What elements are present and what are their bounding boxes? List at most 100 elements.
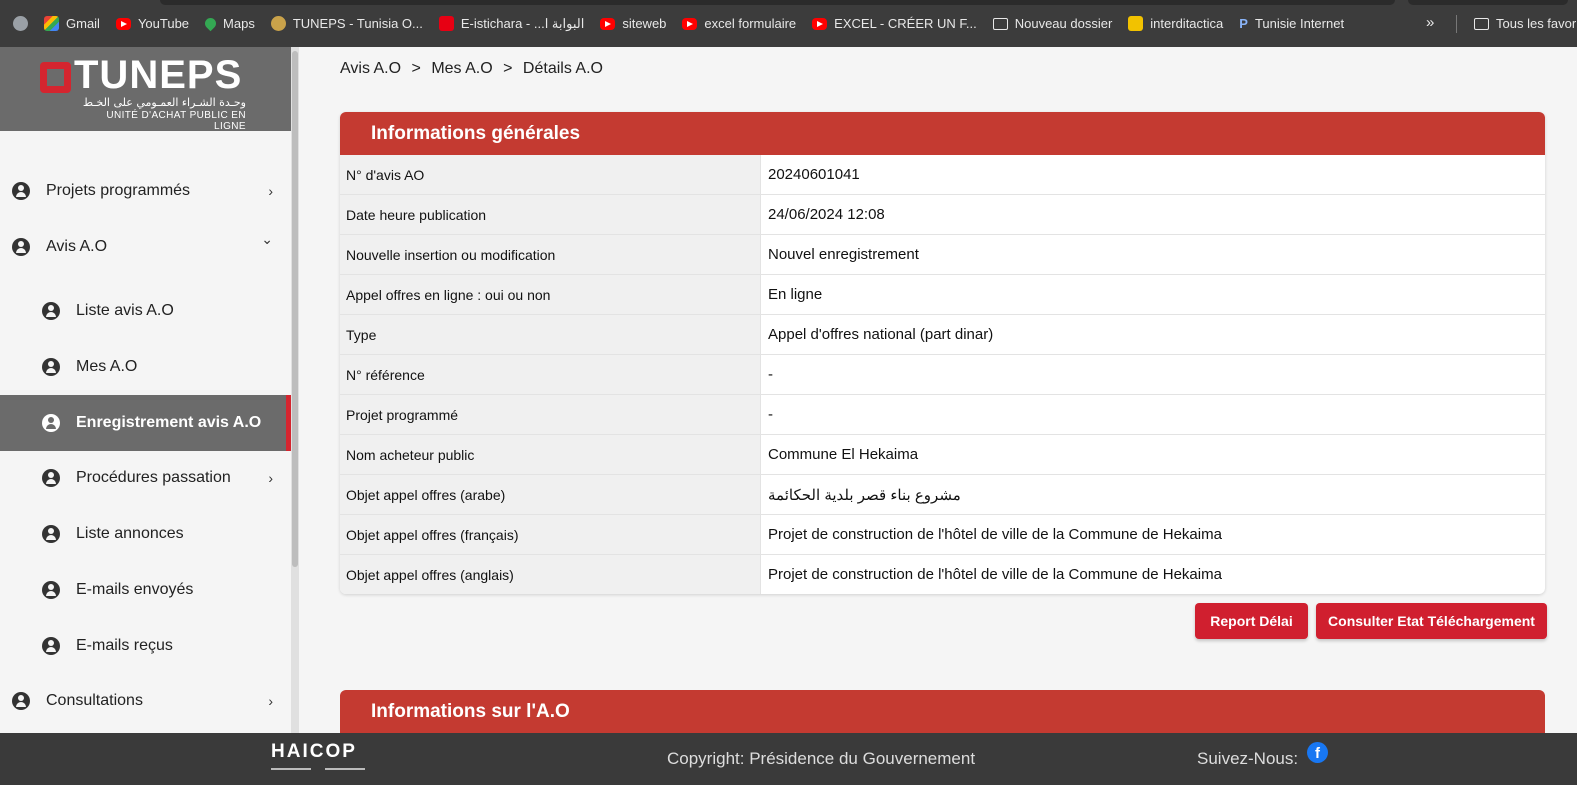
user-circle-icon [42, 637, 60, 655]
sidebar-scrollbar[interactable] [291, 47, 299, 733]
sidebar-item-mes-ao[interactable]: Mes A.O [0, 339, 291, 395]
table-row: Objet appel offres (arabe) مشروع بناء قصر… [340, 475, 1545, 515]
table-row: Nom acheteur public Commune El Hekaima [340, 435, 1545, 475]
breadcrumb-separator: > [411, 60, 421, 77]
breadcrumb-item-mes-ao[interactable]: Mes A.O [431, 60, 492, 77]
tuneps-logo[interactable]: TUNEPS وحـدة الشـراء العمـومي على الخـط … [0, 47, 291, 132]
youtube-icon [600, 17, 616, 30]
tuneps-logo-mark-icon [40, 62, 71, 93]
sidebar-scrollbar-thumb[interactable] [292, 51, 298, 567]
row-label: Type [340, 315, 761, 354]
bookmark-youtube[interactable]: YouTube [115, 16, 189, 31]
chevron-right-icon: › [268, 470, 273, 486]
bookmark-maps[interactable]: Maps [202, 15, 255, 32]
table-row: N° d'avis AO 20240601041 [340, 155, 1545, 195]
sidebar: TUNEPS وحـدة الشـراء العمـومي على الخـط … [0, 47, 291, 733]
consulter-etat-telechargement-button[interactable]: Consulter Etat Téléchargement [1316, 603, 1547, 639]
table-row: Nouvelle insertion ou modification Nouvel… [340, 235, 1545, 275]
user-circle-icon [42, 302, 60, 320]
panel-title: Informations générales [340, 112, 1545, 155]
user-circle-icon [42, 358, 60, 376]
tab-strip [160, 0, 1395, 5]
row-label: Projet programmé [340, 395, 761, 434]
bookmark-interditactica[interactable]: interditactica [1128, 16, 1223, 31]
table-row: Objet appel offres (anglais) Projet de co… [340, 555, 1545, 594]
row-value: Nouvel enregistrement [768, 246, 919, 263]
row-label: Nom acheteur public [340, 435, 761, 474]
bookmarks-bar: Gmail YouTube Maps TUNEPS - Tunisia O...… [0, 0, 1577, 47]
row-value: Commune El Hekaima [768, 446, 919, 463]
row-value: مشروع بناء قصر بلدية الحكائمة [768, 487, 961, 504]
footer: HAICOP Copyright: Présidence du Gouverne… [0, 733, 1577, 785]
row-label: Objet appel offres (français) [340, 515, 761, 554]
row-value: 24/06/2024 12:08 [768, 206, 885, 223]
user-circle-icon [42, 525, 60, 543]
folder-icon [1474, 17, 1489, 30]
table-row: Projet programmé - [340, 395, 1545, 435]
general-info-panel: Informations générales N° d'avis AO 20240… [340, 112, 1545, 594]
user-circle-icon [42, 414, 60, 432]
sidebar-item-liste-avis-ao[interactable]: Liste avis A.O [0, 283, 291, 339]
bookmark-excel-creer[interactable]: EXCEL - CRÉER UN F... [812, 16, 977, 31]
haicop-logo[interactable]: HAICOP [271, 741, 357, 763]
table-row: Type Appel d'offres national (part dinar) [340, 315, 1545, 355]
row-value: 20240601041 [768, 166, 860, 183]
row-value: - [768, 406, 773, 423]
bookmark-tunisie-internet[interactable]: P Tunisie Internet [1239, 16, 1344, 31]
row-value: En ligne [768, 286, 823, 303]
interditactica-icon [1128, 16, 1144, 31]
tunisia-flag-icon [438, 16, 454, 31]
bookmark-gmail[interactable]: Gmail [44, 16, 100, 31]
row-label: Date heure publication [340, 195, 761, 234]
logo-title: TUNEPS [74, 53, 243, 97]
table-row: Objet appel offres (français) Projet de c… [340, 515, 1545, 555]
user-circle-icon [12, 692, 30, 710]
row-label: Objet appel offres (arabe) [340, 475, 761, 514]
youtube-icon [812, 17, 828, 30]
user-circle-icon [42, 469, 60, 487]
user-circle-icon [12, 182, 30, 200]
sidebar-item-avis-ao[interactable]: Avis A.O ⌄ [0, 219, 291, 275]
bookmark-nouveau-dossier[interactable]: Nouveau dossier [992, 16, 1112, 31]
sidebar-item-emails-envoyes[interactable]: E-mails envoyés [0, 562, 291, 618]
sidebar-item-emails-recus[interactable]: E-mails reçus [0, 618, 291, 674]
all-bookmarks-button[interactable]: Tous les favoris [1474, 16, 1577, 31]
bookmarks-separator [1456, 15, 1457, 33]
youtube-icon [682, 17, 698, 30]
more-bookmarks-chevron-icon[interactable]: » [1426, 14, 1434, 31]
chevron-right-icon: › [268, 693, 273, 709]
report-delai-button[interactable]: Report Délai [1195, 603, 1308, 639]
table-row: Date heure publication 24/06/2024 12:08 [340, 195, 1545, 235]
sidebar-item-projets-programmes[interactable]: Projets programmés › [0, 163, 291, 219]
breadcrumb-item-avis-ao[interactable]: Avis A.O [340, 60, 401, 77]
row-value: - [768, 366, 773, 383]
youtube-icon [115, 17, 131, 30]
row-label: Objet appel offres (anglais) [340, 555, 761, 594]
row-value: Projet de construction de l'hôtel de vil… [768, 566, 1222, 583]
logo-subtitle: UNITÉ D'ACHAT PUBLIC EN LIGNE [106, 110, 246, 132]
gmail-icon [44, 16, 59, 31]
sidebar-item-procedures-passation[interactable]: Procédures passation › [0, 450, 291, 506]
p-icon: P [1239, 16, 1248, 31]
sidebar-item-consultations[interactable]: Consultations › [0, 673, 291, 729]
haicop-logo-subtext [271, 765, 365, 773]
bookmark-tuneps[interactable]: TUNEPS - Tunisia O... [270, 16, 423, 31]
breadcrumb: Avis A.O > Mes A.O > Détails A.O [340, 60, 609, 78]
row-label: Appel offres en ligne : oui ou non [340, 275, 761, 314]
user-circle-icon [12, 238, 30, 256]
facebook-icon[interactable]: f [1307, 742, 1328, 763]
bookmark-e-istichara[interactable]: E-istichara - ...البوابة ا [438, 16, 584, 32]
tab-strip-right [1408, 0, 1568, 5]
sidebar-item-liste-annonces[interactable]: Liste annonces [0, 506, 291, 562]
row-label: N° référence [340, 355, 761, 394]
follow-us-label: Suivez-Nous: [1197, 749, 1299, 768]
bookmark-excel-formulaire[interactable]: excel formulaire [682, 16, 796, 31]
table-row: Appel offres en ligne : oui ou non En lig… [340, 275, 1545, 315]
bookmark-siteweb[interactable]: siteweb [600, 16, 666, 31]
maps-icon [202, 15, 219, 32]
chevron-right-icon: › [268, 183, 273, 199]
globe-icon[interactable] [13, 16, 28, 31]
table-row: N° référence - [340, 355, 1545, 395]
sidebar-item-enregistrement-avis-ao[interactable]: Enregistrement avis A.O [0, 395, 291, 451]
row-value: Appel d'offres national (part dinar) [768, 326, 994, 343]
